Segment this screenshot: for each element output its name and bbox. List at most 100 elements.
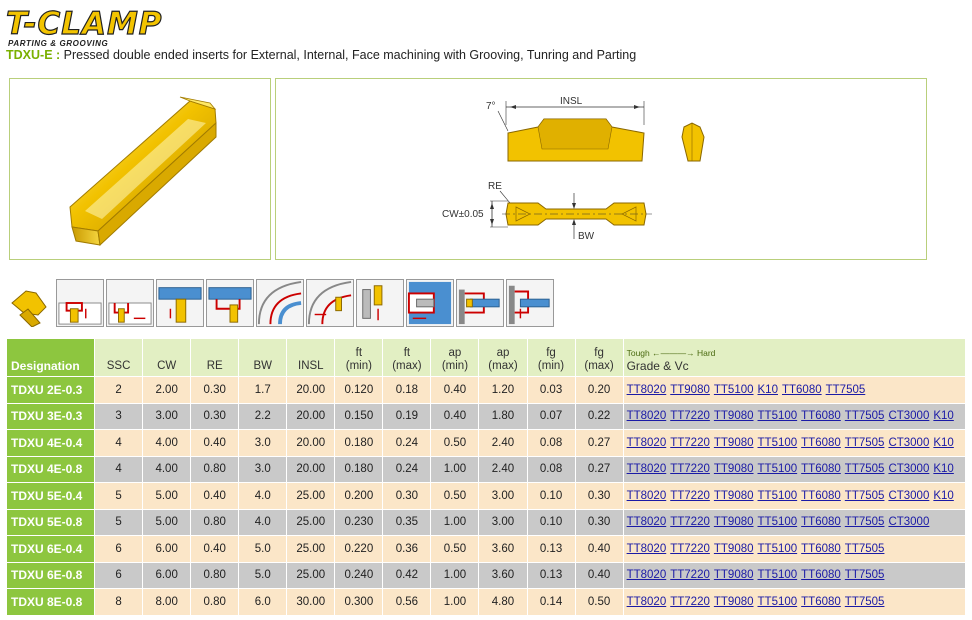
cell-re: 0.80 — [190, 455, 240, 483]
logo-text: T-CLAMP — [5, 6, 163, 42]
grade-link[interactable]: TT6080 — [801, 516, 841, 528]
grade-link[interactable]: TT7505 — [845, 490, 885, 502]
table-header-row: Designation SSC CW RE BW INSL ft (min) ft… — [5, 338, 967, 377]
grade-link[interactable]: TT7220 — [670, 516, 710, 528]
grade-link[interactable]: TT7220 — [670, 437, 710, 449]
cell-ap-max: 2.40 — [478, 455, 528, 483]
parting-icon — [156, 279, 204, 327]
grade-link[interactable]: TT6080 — [801, 463, 841, 475]
grade-link[interactable]: TT9080 — [714, 569, 754, 581]
grade-link[interactable]: TT8020 — [627, 384, 667, 396]
grade-link[interactable]: TT5100 — [758, 410, 798, 422]
grade-link[interactable]: TT8020 — [627, 516, 667, 528]
cell-re: 0.30 — [190, 402, 240, 430]
grade-link[interactable]: TT6080 — [782, 384, 822, 396]
grade-link[interactable]: TT5100 — [758, 543, 798, 555]
grade-link[interactable]: TT7220 — [670, 410, 710, 422]
grade-link[interactable]: TT6080 — [801, 437, 841, 449]
grade-link[interactable]: TT8020 — [627, 463, 667, 475]
cell-insl: 25.00 — [286, 535, 336, 563]
grade-link[interactable]: TT6080 — [801, 596, 841, 608]
grade-link[interactable]: TT8020 — [627, 596, 667, 608]
grade-link[interactable]: K10 — [933, 463, 953, 475]
cell-re: 0.80 — [190, 561, 240, 589]
cell-designation: TDXU 4E-0.8 — [5, 455, 96, 483]
grade-link[interactable]: TT7220 — [670, 463, 710, 475]
grade-link[interactable]: K10 — [933, 490, 953, 502]
grade-link[interactable]: TT5100 — [714, 384, 754, 396]
cell-fg-min: 0.07 — [526, 402, 576, 430]
grade-link[interactable]: TT8020 — [627, 543, 667, 555]
grade-link[interactable]: CT3000 — [888, 516, 929, 528]
grade-link[interactable]: TT7505 — [845, 569, 885, 581]
insert-photo-panel — [9, 78, 271, 260]
cell-ft-min: 0.220 — [334, 535, 384, 563]
grade-link[interactable]: TT6080 — [801, 569, 841, 581]
grade-link[interactable]: TT8020 — [627, 410, 667, 422]
grade-link[interactable]: TT7505 — [845, 596, 885, 608]
grade-link[interactable]: TT7505 — [845, 543, 885, 555]
grade-link[interactable]: CT3000 — [888, 410, 929, 422]
header-designation: Designation — [5, 338, 96, 377]
cell-ap-min: 1.00 — [430, 561, 480, 589]
grade-link[interactable]: TT6080 — [801, 410, 841, 422]
grade-link[interactable]: TT9080 — [714, 596, 754, 608]
insert-photo-icon — [6, 279, 54, 327]
grade-link[interactable]: TT7505 — [845, 410, 885, 422]
cell-re: 0.40 — [190, 429, 240, 457]
cell-ap-min: 1.00 — [430, 588, 480, 616]
grade-link[interactable]: CT3000 — [888, 437, 929, 449]
grade-link[interactable]: TT9080 — [714, 463, 754, 475]
grade-link[interactable]: TT8020 — [627, 569, 667, 581]
cell-bw: 5.0 — [238, 535, 288, 563]
grade-link[interactable]: TT5100 — [758, 516, 798, 528]
grade-link[interactable]: TT7220 — [670, 596, 710, 608]
cell-fg-max: 0.30 — [574, 482, 624, 510]
cell-ft-max: 0.24 — [382, 455, 432, 483]
grade-link[interactable]: TT7505 — [845, 463, 885, 475]
grade-link[interactable]: K10 — [933, 437, 953, 449]
grade-link[interactable]: K10 — [933, 410, 953, 422]
grade-link[interactable]: TT7505 — [845, 437, 885, 449]
grade-link[interactable]: TT7505 — [845, 516, 885, 528]
grade-link[interactable]: CT3000 — [888, 463, 929, 475]
grade-title: Grade & Vc — [626, 359, 689, 373]
grade-link[interactable]: CT3000 — [888, 490, 929, 502]
grade-link[interactable]: TT8020 — [627, 490, 667, 502]
grade-link[interactable]: TT5100 — [758, 569, 798, 581]
grade-link[interactable]: TT9080 — [714, 437, 754, 449]
cell-fg-min: 0.03 — [526, 376, 576, 404]
grade-link[interactable]: TT8020 — [627, 437, 667, 449]
grade-link[interactable]: TT5100 — [758, 596, 798, 608]
cell-ap-min: 0.50 — [430, 429, 480, 457]
grade-link[interactable]: TT5100 — [758, 437, 798, 449]
grade-link[interactable]: TT9080 — [714, 516, 754, 528]
grade-link[interactable]: TT9080 — [714, 410, 754, 422]
cell-grades: TT8020 TT7220 TT9080 TT5100 TT6080 TT7505 CT30… — [622, 402, 967, 430]
grade-link[interactable]: TT7220 — [670, 543, 710, 555]
cell-cw: 8.00 — [142, 588, 192, 616]
cell-fg-max: 0.27 — [574, 429, 624, 457]
technical-drawing-panel: INSL 7° RE CW±0.05 BW — [275, 78, 927, 260]
cell-ft-min: 0.120 — [334, 376, 384, 404]
grade-link[interactable]: K10 — [758, 384, 778, 396]
grade-link[interactable]: TT7220 — [670, 490, 710, 502]
grade-link[interactable]: TT9080 — [714, 490, 754, 502]
cell-ap-max: 4.80 — [478, 588, 528, 616]
grade-link[interactable]: TT7220 — [670, 569, 710, 581]
cell-ap-min: 0.40 — [430, 402, 480, 430]
cell-designation: TDXU 6E-0.8 — [5, 561, 96, 589]
insl-label: INSL — [560, 96, 583, 107]
grade-link[interactable]: TT6080 — [801, 543, 841, 555]
grade-link[interactable]: TT5100 — [758, 463, 798, 475]
cell-designation: TDXU 5E-0.8 — [5, 508, 96, 536]
header-fg-max: fg (max) — [574, 338, 624, 377]
table-row: TDXU 4E-0.8 4 4.00 0.80 3.0 20.00 0.180 0.24 1.0… — [5, 455, 967, 483]
grade-link[interactable]: TT9080 — [714, 543, 754, 555]
grade-link[interactable]: TT7505 — [826, 384, 866, 396]
grade-link[interactable]: TT5100 — [758, 490, 798, 502]
grade-link[interactable]: TT9080 — [670, 384, 710, 396]
cell-ft-max: 0.56 — [382, 588, 432, 616]
grade-link[interactable]: TT6080 — [801, 490, 841, 502]
cell-bw: 4.0 — [238, 482, 288, 510]
